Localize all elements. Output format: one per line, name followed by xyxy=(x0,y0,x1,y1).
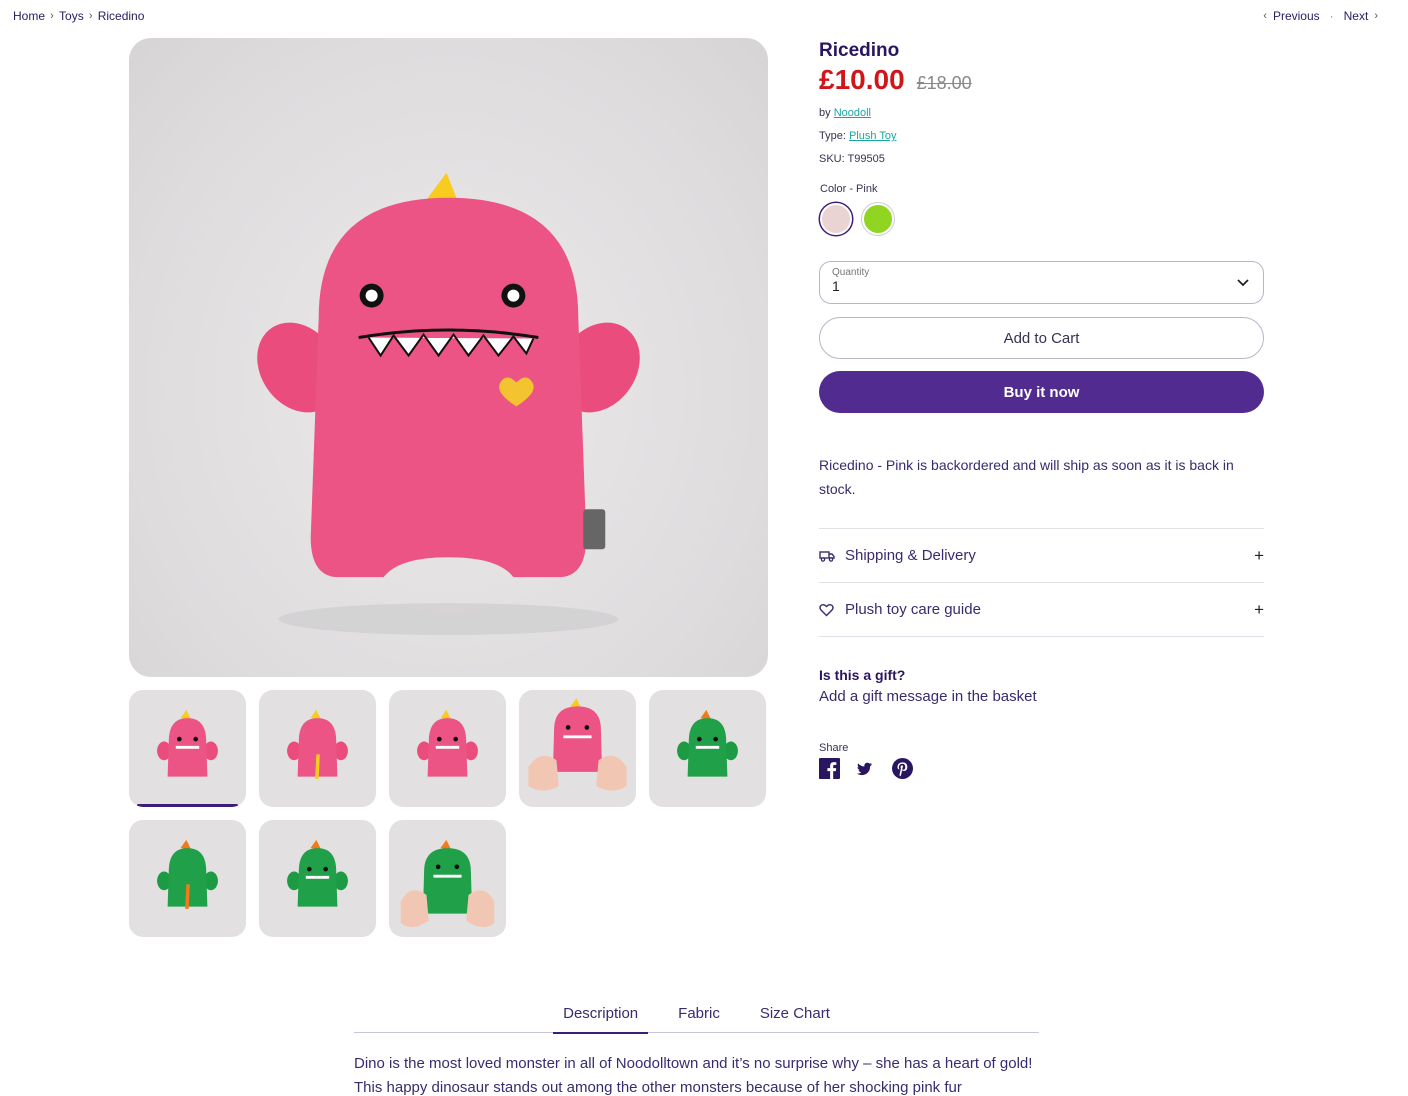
pink-dino-held-thumb xyxy=(528,698,627,791)
chevron-right-icon: › xyxy=(88,10,93,22)
info-accordion: Shipping & Delivery + Plush toy care gui… xyxy=(819,528,1264,637)
pink-dino-thumb xyxy=(157,709,218,777)
thumbnail-green-front-2[interactable] xyxy=(259,820,376,937)
quantity-select[interactable]: Quantity 1 xyxy=(819,261,1264,304)
product-info: Ricedino £10.00 £18.00 by Noodoll Type: … xyxy=(819,38,1264,779)
chevron-right-icon: › xyxy=(1374,10,1378,22)
thumbnail-green-back[interactable] xyxy=(129,820,246,937)
thumbnail-gallery xyxy=(129,690,769,937)
green-dino-thumb xyxy=(287,839,348,907)
sku-line: SKU: T99505 xyxy=(819,153,885,165)
breadcrumb-current: Ricedino xyxy=(97,9,145,23)
separator-dot: · xyxy=(1329,9,1334,23)
share-icons xyxy=(819,758,1264,779)
product-title: Ricedino xyxy=(819,40,900,61)
vendor-line: by Noodoll xyxy=(819,102,1264,125)
thumbnail-green-front[interactable] xyxy=(649,690,766,807)
thumbnail-green-held[interactable] xyxy=(389,820,506,937)
share-label: Share xyxy=(819,742,849,754)
backorder-message: Ricedino - Pink is backordered and will … xyxy=(819,457,1234,497)
twitter-icon[interactable] xyxy=(855,760,877,778)
color-swatches xyxy=(820,203,1264,235)
tab-description[interactable]: Description xyxy=(553,1005,649,1034)
tab-size-chart[interactable]: Size Chart xyxy=(750,1005,840,1033)
gift-message-hint: Add a gift message in the basket xyxy=(819,688,1037,705)
type-line: Type: Plush Toy xyxy=(819,125,1264,148)
gift-section: Is this a gift? Add a gift message in th… xyxy=(819,667,1264,705)
next-link[interactable]: Next xyxy=(1344,9,1369,23)
thumbnail-pink-front-2[interactable] xyxy=(389,690,506,807)
green-dino-held-thumb xyxy=(400,839,495,928)
heart-icon xyxy=(819,603,845,617)
breadcrumb-home[interactable]: Home xyxy=(13,9,45,23)
add-to-cart-button[interactable]: Add to Cart xyxy=(819,317,1264,359)
pink-dino-plush-image xyxy=(257,172,640,636)
plus-icon: + xyxy=(1254,599,1264,619)
pink-dino-back-thumb xyxy=(287,709,348,779)
accordion-label: Shipping & Delivery xyxy=(845,547,976,564)
vendor-prefix: by xyxy=(819,107,834,119)
gift-question: Is this a gift? xyxy=(819,667,906,683)
price-row: £10.00 £18.00 xyxy=(819,64,1264,96)
product-tabs: Description Fabric Size Chart xyxy=(354,1005,1039,1034)
facebook-icon[interactable] xyxy=(819,758,840,779)
vendor-link[interactable]: Noodoll xyxy=(834,107,871,119)
buy-it-now-button[interactable]: Buy it now xyxy=(819,371,1264,413)
product-description: Dino is the most loved monster in all of… xyxy=(354,1055,1033,1096)
main-product-image[interactable] xyxy=(129,38,768,677)
share-section: Share xyxy=(819,742,1264,779)
swatch-green[interactable] xyxy=(862,203,894,235)
tab-fabric[interactable]: Fabric xyxy=(668,1005,730,1033)
breadcrumb-toys[interactable]: Toys xyxy=(59,9,84,23)
chevron-left-icon: ‹ xyxy=(1263,10,1267,22)
pinterest-icon[interactable] xyxy=(892,758,913,779)
plus-icon: + xyxy=(1254,545,1264,565)
accordion-care-guide[interactable]: Plush toy care guide + xyxy=(819,583,1264,637)
accordion-shipping-delivery[interactable]: Shipping & Delivery + xyxy=(819,529,1264,583)
breadcrumb: Home › Toys › Ricedino xyxy=(13,9,144,23)
type-prefix: Type: xyxy=(819,130,849,142)
product-meta: by Noodoll Type: Plush Toy SKU: T99505 xyxy=(819,102,1264,171)
compare-price: £18.00 xyxy=(916,73,972,93)
accordion-label: Plush toy care guide xyxy=(845,601,981,618)
green-dino-back-thumb xyxy=(157,839,218,909)
quantity-label: Quantity xyxy=(832,267,870,278)
swatch-pink[interactable] xyxy=(820,203,852,235)
pink-dino-thumb xyxy=(417,709,478,777)
type-link[interactable]: Plush Toy xyxy=(849,130,897,142)
thumbnail-pink-held[interactable] xyxy=(519,690,636,807)
truck-icon xyxy=(819,550,845,562)
sale-price: £10.00 xyxy=(819,64,905,95)
thumbnail-pink-back[interactable] xyxy=(259,690,376,807)
previous-link[interactable]: Previous xyxy=(1273,9,1320,23)
chevron-down-icon xyxy=(1237,274,1249,290)
thumbnail-pink-front[interactable] xyxy=(129,690,246,807)
product-pagination: ‹ Previous · Next › xyxy=(1263,9,1378,23)
chevron-right-icon: › xyxy=(50,10,54,22)
quantity-value: 1 xyxy=(832,278,840,294)
color-label: Color - Pink xyxy=(820,183,878,195)
green-dino-thumb xyxy=(677,709,738,777)
